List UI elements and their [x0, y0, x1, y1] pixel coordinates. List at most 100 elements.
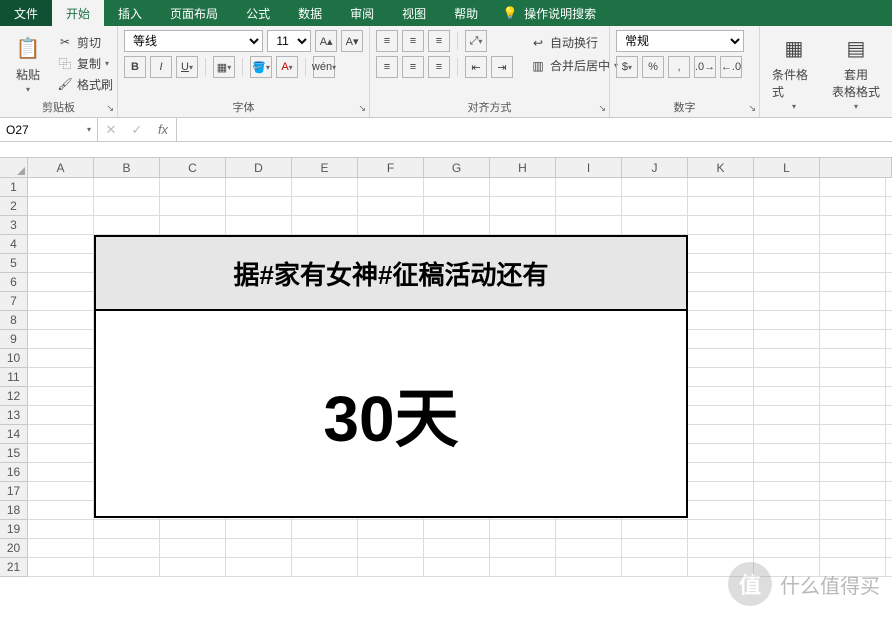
cell[interactable]: [160, 539, 226, 558]
cell[interactable]: [754, 311, 820, 330]
tab-review[interactable]: 审阅: [336, 0, 388, 26]
cell[interactable]: [886, 254, 892, 273]
cell[interactable]: [424, 197, 490, 216]
cell[interactable]: [556, 197, 622, 216]
col-head[interactable]: J: [622, 158, 688, 178]
cell[interactable]: [688, 311, 754, 330]
cell[interactable]: [886, 463, 892, 482]
format-painter-button[interactable]: 🖌格式刷: [54, 75, 116, 94]
cell[interactable]: [490, 178, 556, 197]
cell[interactable]: [358, 539, 424, 558]
cell[interactable]: [292, 539, 358, 558]
cell[interactable]: [556, 216, 622, 235]
tab-help[interactable]: 帮助: [440, 0, 492, 26]
cell[interactable]: [688, 197, 754, 216]
cell[interactable]: [424, 520, 490, 539]
cell[interactable]: [490, 197, 556, 216]
col-head[interactable]: E: [292, 158, 358, 178]
cell[interactable]: [28, 463, 94, 482]
cell[interactable]: [754, 197, 820, 216]
cell[interactable]: [28, 520, 94, 539]
cell[interactable]: [292, 520, 358, 539]
align-top-button[interactable]: ≡: [376, 30, 398, 52]
cell[interactable]: [754, 501, 820, 520]
align-middle-button[interactable]: ≡: [402, 30, 424, 52]
cell[interactable]: [886, 482, 892, 501]
cell[interactable]: [292, 216, 358, 235]
cell[interactable]: [754, 425, 820, 444]
cell[interactable]: [688, 178, 754, 197]
cell[interactable]: [886, 520, 892, 539]
format-as-table-button[interactable]: ▤ 套用 表格格式 ▾: [826, 30, 886, 113]
row-head[interactable]: 21: [0, 558, 28, 577]
cell[interactable]: [688, 330, 754, 349]
decrease-font-button[interactable]: A▾: [341, 30, 363, 52]
cell[interactable]: [886, 558, 892, 577]
cut-button[interactable]: ✂剪切: [54, 33, 116, 52]
cell[interactable]: [886, 444, 892, 463]
dialog-launcher-icon[interactable]: ↘: [106, 103, 114, 114]
cell[interactable]: [622, 216, 688, 235]
enter-icon[interactable]: ✓: [124, 122, 150, 138]
cell[interactable]: [754, 254, 820, 273]
row-head[interactable]: 9: [0, 330, 28, 349]
cell[interactable]: [490, 520, 556, 539]
cell[interactable]: [820, 387, 886, 406]
row-head[interactable]: 4: [0, 235, 28, 254]
copy-button[interactable]: ⿻复制▾: [54, 54, 116, 73]
cell[interactable]: [226, 197, 292, 216]
align-right-button[interactable]: ≡: [428, 56, 450, 78]
cell[interactable]: [754, 292, 820, 311]
decrease-decimal-button[interactable]: ←.0: [720, 56, 742, 78]
cell[interactable]: [754, 273, 820, 292]
row-head[interactable]: 7: [0, 292, 28, 311]
cell[interactable]: [28, 292, 94, 311]
cell[interactable]: [490, 216, 556, 235]
cell[interactable]: [688, 292, 754, 311]
col-head[interactable]: K: [688, 158, 754, 178]
file-tab[interactable]: 文件: [0, 0, 52, 26]
comma-button[interactable]: ,: [668, 56, 690, 78]
number-format-combo[interactable]: 常规: [616, 30, 744, 52]
cell[interactable]: [28, 273, 94, 292]
row-head[interactable]: 12: [0, 387, 28, 406]
cell[interactable]: [820, 235, 886, 254]
increase-font-button[interactable]: A▴: [315, 30, 337, 52]
cell[interactable]: [820, 463, 886, 482]
cell[interactable]: [886, 235, 892, 254]
cell[interactable]: [820, 444, 886, 463]
cell[interactable]: [688, 539, 754, 558]
row-head[interactable]: 20: [0, 539, 28, 558]
merged-heading-cell[interactable]: 据#家有女神#征稿活动还有: [94, 235, 688, 311]
cell[interactable]: [490, 539, 556, 558]
cell[interactable]: [754, 349, 820, 368]
cell[interactable]: [886, 330, 892, 349]
increase-decimal-button[interactable]: .0→: [694, 56, 716, 78]
row-head[interactable]: 1: [0, 178, 28, 197]
col-head[interactable]: B: [94, 158, 160, 178]
col-head[interactable]: I: [556, 158, 622, 178]
cell[interactable]: [688, 216, 754, 235]
cell[interactable]: [820, 368, 886, 387]
cell[interactable]: [754, 235, 820, 254]
cell[interactable]: [820, 330, 886, 349]
cell[interactable]: [754, 216, 820, 235]
cell[interactable]: [754, 444, 820, 463]
cell[interactable]: [622, 197, 688, 216]
conditional-format-button[interactable]: ▦ 条件格式 ▾: [766, 30, 822, 113]
cell[interactable]: [94, 520, 160, 539]
paste-button[interactable]: 📋 粘贴 ▾: [6, 30, 50, 96]
cell[interactable]: [160, 197, 226, 216]
row-head[interactable]: 10: [0, 349, 28, 368]
cell[interactable]: [688, 444, 754, 463]
cell[interactable]: [886, 292, 892, 311]
font-size-combo[interactable]: 11: [267, 30, 311, 52]
select-all-corner[interactable]: [0, 158, 28, 178]
dialog-launcher-icon[interactable]: ↘: [598, 103, 606, 114]
row-head[interactable]: 8: [0, 311, 28, 330]
cell[interactable]: [424, 178, 490, 197]
fx-icon[interactable]: fx: [150, 122, 176, 137]
col-head[interactable]: C: [160, 158, 226, 178]
row-head[interactable]: 17: [0, 482, 28, 501]
cell[interactable]: [820, 216, 886, 235]
